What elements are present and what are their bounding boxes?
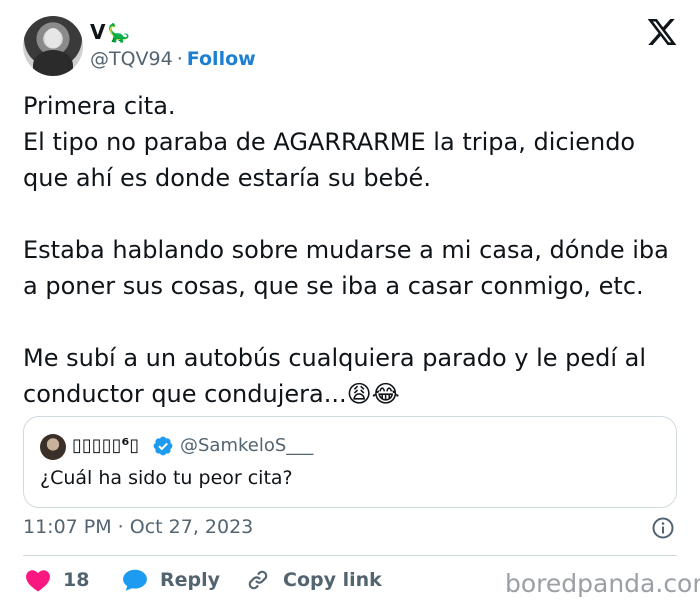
- info-icon[interactable]: [652, 517, 674, 539]
- author-handle[interactable]: @TQV94: [90, 48, 173, 70]
- avatar-figure-face: [45, 28, 61, 48]
- author-display-name[interactable]: V 🦕: [90, 20, 130, 44]
- link-icon: [248, 570, 268, 590]
- author-handle-row: @TQV94 · Follow: [90, 48, 256, 70]
- reply-label: Reply: [160, 569, 221, 591]
- site-watermark: boredpanda.com: [505, 569, 700, 598]
- likes-count: 18: [63, 569, 90, 591]
- divider: [23, 555, 677, 556]
- avatar-figure-body: [33, 50, 73, 76]
- quoted-author-name: ▯▯▯▯▯⁶▯: [72, 435, 140, 456]
- speech-bubble-icon: [123, 569, 147, 591]
- display-name-text: V: [90, 20, 106, 44]
- follow-button[interactable]: Follow: [187, 48, 256, 70]
- x-logo-icon[interactable]: [646, 16, 678, 48]
- quoted-author-avatar: [40, 434, 66, 460]
- like-button[interactable]: 18: [25, 566, 89, 594]
- tweet-text: Primera cita. El tipo no paraba de AGARR…: [23, 92, 669, 408]
- verified-badge-icon: [153, 436, 173, 456]
- separator-dot: ·: [176, 48, 183, 70]
- quoted-tweet-text: ¿Cuál ha sido tu peor cita?: [40, 467, 293, 489]
- quoted-tweet[interactable]: ▯▯▯▯▯⁶▯ @SamkeloS___ ¿Cuál ha sido tu pe…: [23, 416, 677, 508]
- quoted-author-handle: @SamkeloS___: [180, 435, 314, 456]
- author-avatar[interactable]: [23, 16, 83, 76]
- reply-button[interactable]: Reply: [122, 566, 220, 594]
- heart-icon: [26, 570, 50, 592]
- dinosaur-emoji: 🦕: [107, 23, 130, 44]
- copy-link-button[interactable]: Copy link: [245, 566, 382, 594]
- copy-link-label: Copy link: [283, 569, 382, 591]
- tweet-timestamp[interactable]: 11:07 PM · Oct 27, 2023: [23, 516, 253, 538]
